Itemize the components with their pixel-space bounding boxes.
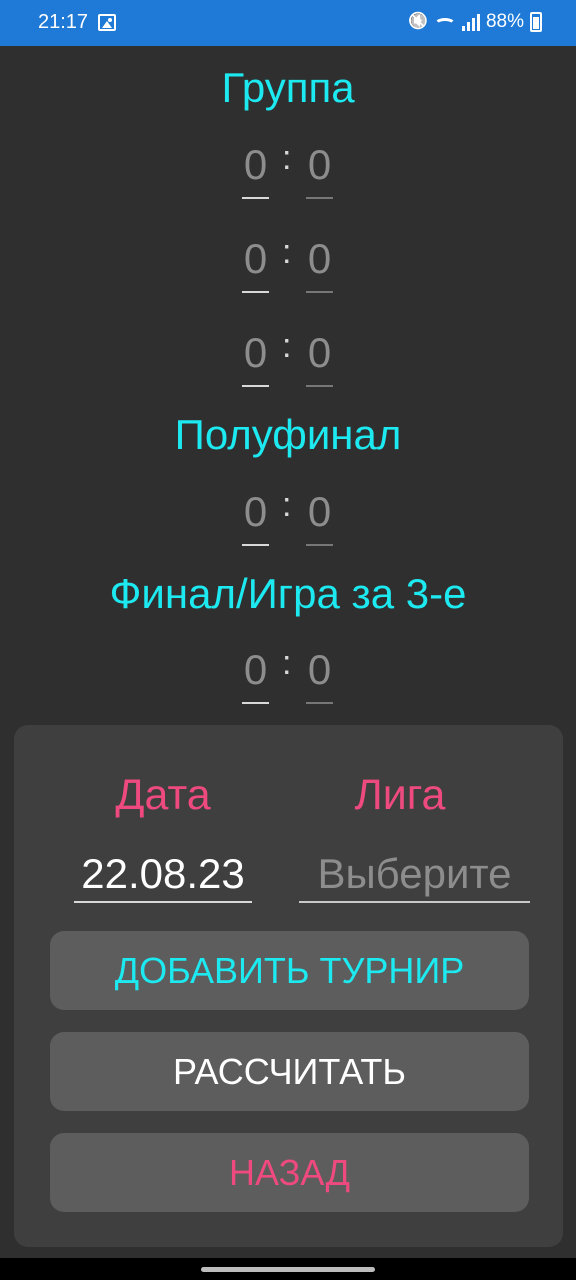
score-separator: : [282,644,292,682]
date-label: Дата [115,771,211,819]
score-right-input[interactable]: 0 [306,325,333,387]
tournament-panel: Дата Лига 22.08.23 Выберите ДОБАВИТЬ ТУР… [14,725,563,1247]
calculate-button[interactable]: РАССЧИТАТЬ [50,1032,529,1111]
league-select[interactable]: Выберите [299,845,530,903]
score-right-input[interactable]: 0 [306,231,333,293]
score-right-input[interactable]: 0 [306,642,333,704]
status-icons: 88% [408,11,542,33]
score-row: 0 : 0 [0,484,576,550]
section-title-group: Группа [221,64,355,111]
score-row: 0 : 0 [0,642,576,708]
score-separator: : [282,486,292,524]
score-separator: : [282,139,292,177]
league-label: Лига [354,771,446,819]
score-left-input[interactable]: 0 [242,137,269,199]
navigation-bar [0,1258,576,1280]
score-separator: : [282,327,292,365]
status-time: 21:17 [38,11,89,33]
back-button[interactable]: НАЗАД [50,1133,529,1212]
score-row: 0 : 0 [0,231,576,297]
section-title-semifinal: Полуфинал [174,411,402,458]
status-bar: 21:17 88% [0,0,576,46]
add-tournament-button[interactable]: ДОБАВИТЬ ТУРНИР [50,931,529,1010]
mute-icon [408,12,428,32]
date-field[interactable]: 22.08.23 [74,845,252,903]
battery-icon [530,12,542,32]
score-left-input[interactable]: 0 [242,325,269,387]
wifi-icon [433,18,456,32]
score-row: 0 : 0 [0,325,576,391]
score-separator: : [282,233,292,271]
image-icon [98,14,116,31]
signal-icon [461,13,480,31]
score-left-input[interactable]: 0 [242,642,269,704]
section-title-final: Финал/Игра за 3-е [109,570,467,617]
score-row: 0 : 0 [0,137,576,203]
score-left-input[interactable]: 0 [242,484,269,546]
score-left-input[interactable]: 0 [242,231,269,293]
score-right-input[interactable]: 0 [306,484,333,546]
score-right-input[interactable]: 0 [306,137,333,199]
battery-percent: 88% [485,11,524,32]
home-gesture-handle[interactable] [201,1267,375,1272]
